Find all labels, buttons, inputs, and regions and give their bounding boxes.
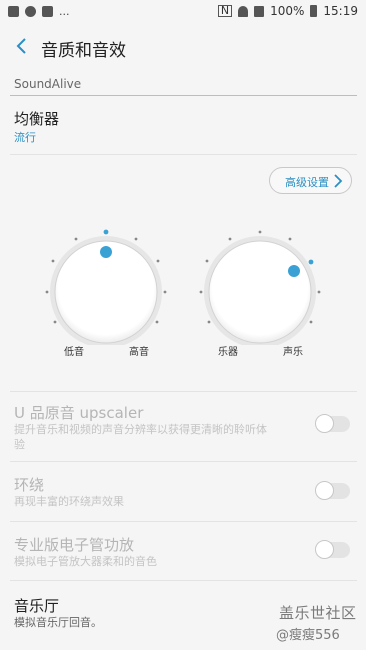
setting-title: 环绕 (14, 476, 45, 494)
knob-active-tick (103, 229, 109, 235)
section-header-soundalive: SoundAlive (14, 77, 82, 91)
knob-label-vocal: 声乐 (283, 347, 303, 358)
setting-row-upscaler[interactable]: U 品原音 upscaler 提升音乐和视频的声音分辨率以获得更清晰的聆听体验 (0, 392, 366, 460)
chevron-left-icon (16, 38, 26, 54)
equalizer-title: 均衡器 (14, 110, 60, 128)
setting-row-surround[interactable]: 环绕 再现丰富的环绕声效果 (0, 462, 366, 522)
instrument-vocal-knob[interactable] (199, 230, 321, 345)
setting-row-tube-amp[interactable]: 专业版电子管功放 模拟电子管放大器柔和的音色 (0, 522, 366, 580)
advanced-settings-label: 高级设置 (285, 176, 329, 189)
status-bar: ... N 100% 15:19 (0, 0, 366, 24)
setting-title: 专业版电子管功放 (14, 536, 135, 554)
surround-toggle[interactable] (315, 481, 350, 500)
equalizer-preset-value: 流行 (14, 131, 36, 144)
globe-icon (25, 6, 36, 17)
setting-description: 模拟电子管放大器柔和的音色 (14, 555, 157, 568)
toggle-thumb (315, 540, 334, 559)
knob-label-bass: 低音 (64, 347, 84, 358)
back-button[interactable] (8, 32, 36, 60)
page-title: 音质和音效 (41, 41, 126, 61)
setting-description: 模拟音乐厅回音。 (14, 616, 102, 629)
tone-knobs (45, 229, 321, 345)
tube-amp-toggle[interactable] (315, 540, 350, 559)
setting-title: 音乐厅 (14, 597, 60, 615)
knob-indicator (100, 246, 112, 258)
knob-indicator (288, 265, 300, 277)
battery-percent: 100% (270, 4, 305, 18)
knob-face (208, 240, 312, 344)
clock: 15:19 (323, 4, 358, 18)
advanced-settings-button[interactable]: 高级设置 (269, 167, 352, 194)
battery-icon (310, 5, 318, 17)
toggle-thumb (315, 414, 334, 433)
notification-icons: ... (8, 5, 70, 18)
notification-app-icon (8, 6, 19, 17)
watermark-user: @瘦瘦556 (276, 628, 340, 643)
system-status: N 100% 15:19 (217, 4, 358, 18)
divider (10, 154, 357, 155)
equalizer-row[interactable]: 均衡器 (0, 96, 366, 154)
image-icon (42, 6, 53, 17)
more-notifications: ... (59, 5, 70, 18)
nfc-icon: N (217, 5, 233, 17)
setting-description: 再现丰富的环绕声效果 (14, 495, 124, 508)
knob-active-tick (308, 259, 314, 265)
toggle-thumb (315, 481, 334, 500)
signal-icon (254, 5, 265, 17)
bass-treble-knob[interactable] (45, 229, 167, 345)
setting-description: 提升音乐和视频的声音分辨率以获得更清晰的聆听体验 (14, 423, 267, 451)
chevron-right-icon (334, 174, 343, 188)
wifi-icon (238, 5, 249, 17)
app-header: 音质和音效 (0, 24, 366, 70)
watermark-site: 盖乐世社区 (279, 604, 357, 622)
knob-label-treble: 高音 (129, 347, 149, 358)
knob-label-instrument: 乐器 (218, 347, 238, 358)
setting-title: U 品原音 upscaler (14, 404, 144, 422)
upscaler-toggle[interactable] (315, 414, 350, 433)
